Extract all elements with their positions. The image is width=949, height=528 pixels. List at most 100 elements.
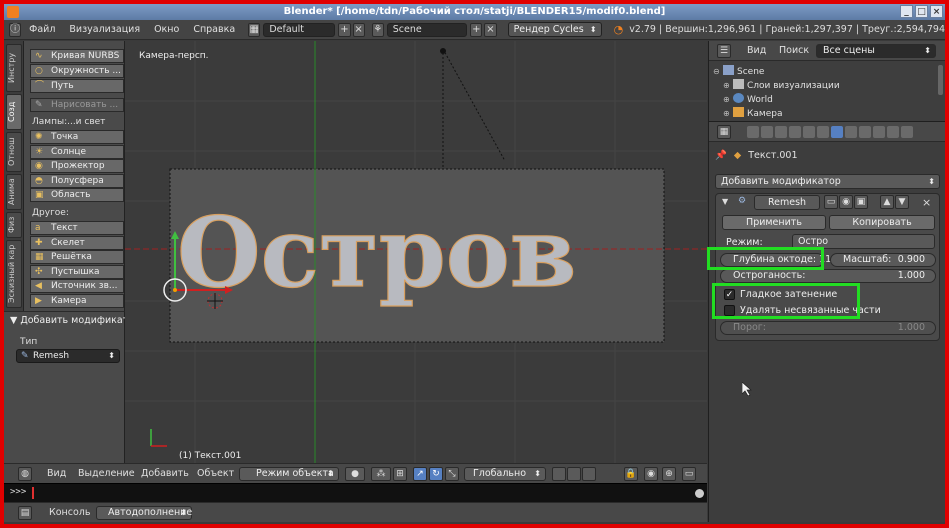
- tab-animation[interactable]: Анима: [6, 174, 22, 210]
- properties-editor-icon[interactable]: ▦: [717, 125, 731, 139]
- lock-icon[interactable]: 🔒: [624, 467, 638, 481]
- console-scroll-handle[interactable]: [695, 489, 704, 498]
- object-tab-icon[interactable]: [803, 126, 815, 138]
- layer-icon-2[interactable]: [567, 467, 581, 481]
- layout-icon[interactable]: ▦: [248, 22, 261, 37]
- lamp-spot-button[interactable]: ◉ Прожектор: [30, 159, 124, 173]
- tab-console[interactable]: Консоль: [49, 503, 90, 523]
- path-button[interactable]: ⌒ Путь: [30, 79, 124, 93]
- scale-icon[interactable]: ⤡: [445, 467, 459, 481]
- collapse-icon[interactable]: ⊖: [713, 65, 723, 79]
- show-viewport-icon[interactable]: ◉: [839, 195, 853, 209]
- modifier-name-field[interactable]: Remesh: [754, 195, 820, 210]
- material-tab-icon[interactable]: [859, 126, 871, 138]
- world-tab-icon[interactable]: [789, 126, 801, 138]
- add-speaker-button[interactable]: ◀ Источник зв...: [30, 279, 124, 293]
- menu-add[interactable]: Добавить: [141, 464, 189, 484]
- 3d-viewport[interactable]: Остров Камера-персп. (1) Текст.001: [125, 41, 707, 463]
- menu-help[interactable]: Справка: [186, 20, 242, 40]
- tab-relations[interactable]: Отнош: [6, 132, 22, 172]
- lamp-area-button[interactable]: ▣ Область: [30, 188, 124, 202]
- move-down-icon[interactable]: ▼: [895, 195, 909, 209]
- menu-window[interactable]: Окно: [147, 20, 186, 40]
- remove-layout-icon[interactable]: ×: [352, 22, 365, 37]
- tab-physics[interactable]: Физ: [6, 212, 22, 238]
- sharpness-field[interactable]: Остроганость: 1.000: [720, 269, 936, 283]
- nurbs-curve-button[interactable]: ∿ Кривая NURBS: [30, 49, 124, 63]
- pivot-icon[interactable]: ⁂: [371, 467, 391, 481]
- layer-icon-1[interactable]: [552, 467, 566, 481]
- render-tab-icon[interactable]: [747, 126, 759, 138]
- type-select[interactable]: ✎ Remesh ⬍: [16, 349, 120, 363]
- circle-curve-button[interactable]: ○ Окружность ...: [30, 64, 124, 78]
- lamp-sun-button[interactable]: ☀ Солнце: [30, 145, 124, 159]
- scene-icon[interactable]: ⚘: [371, 22, 384, 37]
- editor-type-icon[interactable]: ⓘ: [9, 22, 22, 37]
- copy-button[interactable]: Копировать: [829, 215, 935, 230]
- modifiers-tab-icon[interactable]: [831, 126, 843, 138]
- shading-icon[interactable]: ●: [345, 467, 365, 481]
- particles-tab-icon[interactable]: [887, 126, 899, 138]
- outliner-row-camera[interactable]: ⊕ Камера: [709, 107, 935, 121]
- apply-button[interactable]: Применить: [722, 215, 826, 230]
- mode-select[interactable]: Остро: [792, 234, 935, 249]
- orientation-select[interactable]: Глобально: [464, 467, 546, 481]
- octree-depth-field[interactable]: Глубина октоде: 11: [720, 253, 831, 267]
- menu-render[interactable]: Визуализация: [62, 20, 147, 40]
- add-scene-icon[interactable]: +: [470, 22, 483, 37]
- expand-icon[interactable]: ⊕: [723, 79, 733, 93]
- editor-type-3d-icon[interactable]: ◍: [18, 467, 32, 481]
- add-text-button[interactable]: a Текст: [30, 221, 124, 235]
- outliner-editor-icon[interactable]: ☰: [717, 44, 731, 58]
- outliner-row-world[interactable]: ⊕ World: [709, 93, 935, 107]
- operator-panel-title[interactable]: ▼ Добавить модификат: [10, 315, 128, 326]
- add-lattice-button[interactable]: ▦ Решётка: [30, 250, 124, 264]
- mode-select[interactable]: Режим объекта: [239, 467, 339, 481]
- outliner-scrollbar[interactable]: [938, 65, 943, 95]
- remove-disconnected-checkbox[interactable]: [724, 305, 735, 316]
- tab-grease-pencil[interactable]: Эскизный кар: [6, 240, 22, 308]
- rotate-icon[interactable]: ↻: [429, 467, 443, 481]
- menu-file[interactable]: Файл: [22, 20, 62, 40]
- tab-tools[interactable]: Инстру: [6, 44, 22, 92]
- render-engine-select[interactable]: Рендер Cycles: [507, 22, 602, 37]
- scale-field[interactable]: Масштаб: 0.900: [830, 253, 936, 267]
- data-tab-icon[interactable]: [845, 126, 857, 138]
- layer-icon-3[interactable]: [582, 467, 596, 481]
- scene-tab-icon[interactable]: [775, 126, 787, 138]
- draw-curve-button[interactable]: ✎ Нарисовать ...: [30, 98, 124, 112]
- outliner-display-select[interactable]: Все сцены: [816, 44, 936, 58]
- manipulator-toggle-icon[interactable]: ⊞: [393, 467, 407, 481]
- tab-create[interactable]: Созд: [6, 94, 22, 130]
- menu-view[interactable]: Вид: [47, 464, 66, 484]
- menu-select[interactable]: Выделение: [78, 464, 135, 484]
- text-object-ostrov[interactable]: Остров: [176, 195, 577, 309]
- move-up-icon[interactable]: ▲: [880, 195, 894, 209]
- layers-tab-icon[interactable]: [761, 126, 773, 138]
- add-camera-button[interactable]: ▶ Камера: [30, 294, 124, 308]
- lamp-point-button[interactable]: ✺ Точка: [30, 130, 124, 144]
- add-armature-button[interactable]: ✚ Скелет: [30, 236, 124, 250]
- expand-icon[interactable]: ⊕: [723, 107, 733, 121]
- show-render-icon[interactable]: ▭: [824, 195, 838, 209]
- outliner-menu-search[interactable]: Поиск: [779, 41, 809, 61]
- outliner-menu-view[interactable]: Вид: [747, 41, 766, 61]
- add-layout-icon[interactable]: +: [338, 22, 351, 37]
- collapse-triangle-icon[interactable]: ▼: [722, 197, 728, 206]
- render-preview-icon[interactable]: ◉: [644, 467, 658, 481]
- menu-object[interactable]: Объект: [197, 464, 234, 484]
- add-modifier-select[interactable]: Добавить модификатор: [715, 174, 940, 189]
- minimize-button[interactable]: _: [900, 5, 913, 18]
- remove-scene-icon[interactable]: ×: [484, 22, 497, 37]
- remove-modifier-icon[interactable]: ×: [922, 196, 931, 209]
- constraints-tab-icon[interactable]: [817, 126, 829, 138]
- snap-icon[interactable]: ⊕: [662, 467, 676, 481]
- translate-icon[interactable]: ↗: [413, 467, 427, 481]
- texture-tab-icon[interactable]: [873, 126, 885, 138]
- python-console[interactable]: >>>: [4, 483, 707, 502]
- autocomplete-button[interactable]: Автодополнение: [96, 506, 192, 520]
- pin-icon[interactable]: 📌: [715, 150, 727, 161]
- smooth-shading-checkbox[interactable]: ✓: [724, 289, 735, 300]
- outliner-row-render-layers[interactable]: ⊕ Слои визуализации: [709, 79, 935, 93]
- physics-tab-icon[interactable]: [901, 126, 913, 138]
